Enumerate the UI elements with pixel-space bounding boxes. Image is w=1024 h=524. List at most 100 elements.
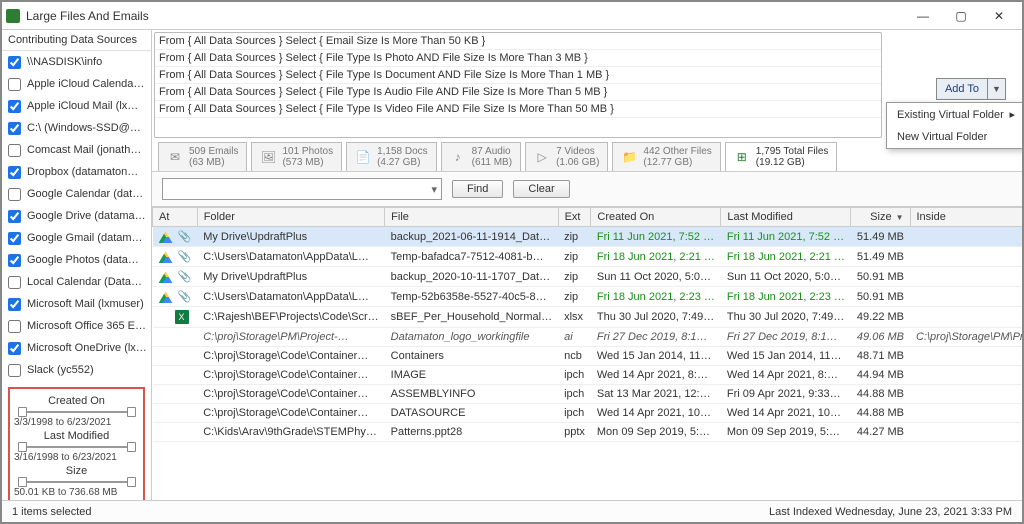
cell-inside <box>910 423 1022 442</box>
category-icon: ⊞ <box>734 149 750 165</box>
find-button[interactable]: Find <box>452 180 503 198</box>
category-tab[interactable]: 📄 1,158 Docs(4.27 GB) <box>346 142 437 171</box>
google-drive-icon <box>159 251 173 263</box>
column-header[interactable]: Ext <box>558 208 591 227</box>
query-row[interactable]: From { All Data Sources } Select { File … <box>155 101 881 118</box>
category-size: (4.27 GB) <box>377 157 428 168</box>
data-source-item[interactable]: Comcast Mail (jonatha… <box>2 139 151 161</box>
column-header[interactable]: At <box>153 208 198 227</box>
data-source-checkbox[interactable] <box>8 320 21 333</box>
data-source-item[interactable]: Dropbox (datamaton@… <box>2 161 151 183</box>
category-tab[interactable]: ▷7 Videos(1.06 GB) <box>525 142 608 171</box>
add-to-dropdown-toggle[interactable]: ▼ <box>988 78 1006 100</box>
data-source-checkbox[interactable] <box>8 232 21 245</box>
data-source-item[interactable]: Microsoft OneDrive (lx… <box>2 337 151 359</box>
results-grid[interactable]: AtFolderFileExtCreated OnLast ModifiedSi… <box>152 207 1022 500</box>
cell-file: ASSEMBLYINFO <box>385 385 558 404</box>
column-header[interactable]: Inside <box>910 208 1022 227</box>
cell-created: Sun 11 Oct 2020, 5:0… <box>591 267 721 287</box>
data-source-checkbox[interactable] <box>8 56 21 69</box>
minimize-button[interactable]: — <box>904 4 942 28</box>
data-source-item[interactable]: Google Photos (datam… <box>2 249 151 271</box>
table-row[interactable]: C:\proj\Storage\Code\Container…DATASOURC… <box>153 404 1023 423</box>
table-row[interactable]: C:\proj\Storage\Code\Container…IMAGEipch… <box>153 366 1023 385</box>
data-source-checkbox[interactable] <box>8 298 21 311</box>
category-tab[interactable]: ✉509 Emails(63 MB) <box>158 142 247 171</box>
cell-ext: ai <box>558 328 591 347</box>
filter-created-slider[interactable] <box>18 407 136 417</box>
cell-ext: zip <box>558 227 591 247</box>
query-row[interactable]: From { All Data Sources } Select { File … <box>155 67 881 84</box>
data-source-checkbox[interactable] <box>8 342 21 355</box>
data-source-item[interactable]: \\NASDISK\info <box>2 51 151 73</box>
table-row[interactable]: 📎My Drive\UpdraftPlusbackup_2020-10-11-1… <box>153 267 1023 287</box>
add-to-menu: Existing Virtual Folder▸ New Virtual Fol… <box>886 102 1022 149</box>
column-header[interactable]: File <box>385 208 558 227</box>
column-header[interactable]: Created On <box>591 208 721 227</box>
data-source-checkbox[interactable] <box>8 188 21 201</box>
data-source-item[interactable]: Apple iCloud Calendar … <box>2 73 151 95</box>
data-source-item[interactable]: Slack (yc552) <box>2 359 151 381</box>
cell-folder: C:\Users\Datamaton\AppData\L… <box>197 247 384 267</box>
column-header[interactable]: Last Modified <box>721 208 851 227</box>
data-source-checkbox[interactable] <box>8 364 21 377</box>
category-icon: 📄 <box>355 149 371 165</box>
data-source-label: Apple iCloud Mail (lxm… <box>27 100 147 112</box>
data-source-item[interactable]: Local Calendar (Datam… <box>2 271 151 293</box>
table-row[interactable]: 📎C:\Users\Datamaton\AppData\L…Temp-bafad… <box>153 247 1023 267</box>
cell-mod: Fri 09 Apr 2021, 9:33… <box>721 385 851 404</box>
filter-size-slider[interactable] <box>18 477 136 487</box>
column-header[interactable]: Folder <box>197 208 384 227</box>
query-row[interactable]: From { All Data Sources } Select { File … <box>155 50 881 67</box>
table-row[interactable]: C:\Kids\Arav\9thGrade\STEMPhy…Patterns.p… <box>153 423 1023 442</box>
table-row[interactable]: C:\proj\Storage\Code\Container…ASSEMBLYI… <box>153 385 1023 404</box>
category-tab[interactable]: ♪87 Audio(611 MB) <box>441 142 521 171</box>
data-source-checkbox[interactable] <box>8 254 21 267</box>
maximize-button[interactable]: ▢ <box>942 4 980 28</box>
table-row[interactable]: C:\proj\Storage\PM\Project-…Datamaton_lo… <box>153 328 1023 347</box>
query-row[interactable]: From { All Data Sources } Select { File … <box>155 84 881 101</box>
data-source-checkbox[interactable] <box>8 100 21 113</box>
data-source-checkbox[interactable] <box>8 78 21 91</box>
data-source-checkbox[interactable] <box>8 144 21 157</box>
data-source-item[interactable]: Google Gmail (datama… <box>2 227 151 249</box>
search-combo[interactable]: ▾ <box>162 178 442 200</box>
category-count: 101 Photos <box>282 146 333 157</box>
menu-existing-virtual-folder[interactable]: Existing Virtual Folder▸ <box>887 103 1022 126</box>
data-source-item[interactable]: Apple iCloud Mail (lxm… <box>2 95 151 117</box>
data-source-checkbox[interactable] <box>8 276 21 289</box>
data-source-item[interactable]: Microsoft Office 365 E… <box>2 315 151 337</box>
filter-modified-slider[interactable] <box>18 442 136 452</box>
data-source-item[interactable]: Google Drive (datamat… <box>2 205 151 227</box>
table-row[interactable]: 📎My Drive\UpdraftPlusbackup_2021-06-11-1… <box>153 227 1023 247</box>
cell-inside <box>910 347 1022 366</box>
cell-file: Datamaton_logo_workingfile <box>385 328 558 347</box>
category-count: 87 Audio <box>472 146 512 157</box>
cell-ext: ipch <box>558 366 591 385</box>
data-source-item[interactable]: Microsoft Mail (lxmuser) <box>2 293 151 315</box>
category-tab[interactable]: ⊞1,795 Total Files(19.12 GB) <box>725 142 838 171</box>
data-source-item[interactable]: Google Calendar (data… <box>2 183 151 205</box>
cell-size: 48.71 MB <box>851 347 910 366</box>
table-row[interactable]: XC:\Rajesh\BEF\Projects\Code\Scr…sBEF_Pe… <box>153 307 1023 328</box>
close-button[interactable]: ✕ <box>980 4 1018 28</box>
category-size: (573 MB) <box>282 157 333 168</box>
add-to-button[interactable]: Add To <box>936 78 988 100</box>
data-source-checkbox[interactable] <box>8 210 21 223</box>
query-row[interactable]: From { All Data Sources } Select { Email… <box>155 33 881 50</box>
category-tab[interactable]: 📁442 Other Files(12.77 GB) <box>612 142 720 171</box>
cell-folder: C:\proj\Storage\Code\Container… <box>197 347 384 366</box>
data-source-checkbox[interactable] <box>8 166 21 179</box>
clear-button[interactable]: Clear <box>513 180 569 198</box>
data-source-checkbox[interactable] <box>8 122 21 135</box>
cell-inside <box>910 227 1022 247</box>
menu-new-virtual-folder[interactable]: New Virtual Folder <box>887 126 1022 148</box>
table-row[interactable]: 📎C:\Users\Datamaton\AppData\L…Temp-52b63… <box>153 287 1023 307</box>
data-source-item[interactable]: C:\ (Windows-SSD@RS… <box>2 117 151 139</box>
cell-file: IMAGE <box>385 366 558 385</box>
column-header[interactable]: Size▼ <box>851 208 910 227</box>
cell-file: backup_2021-06-11-1914_Dat… <box>385 227 558 247</box>
category-count: 1,158 Docs <box>377 146 428 157</box>
category-tab[interactable]: 🖼101 Photos(573 MB) <box>251 142 342 171</box>
table-row[interactable]: C:\proj\Storage\Code\Container…Container… <box>153 347 1023 366</box>
